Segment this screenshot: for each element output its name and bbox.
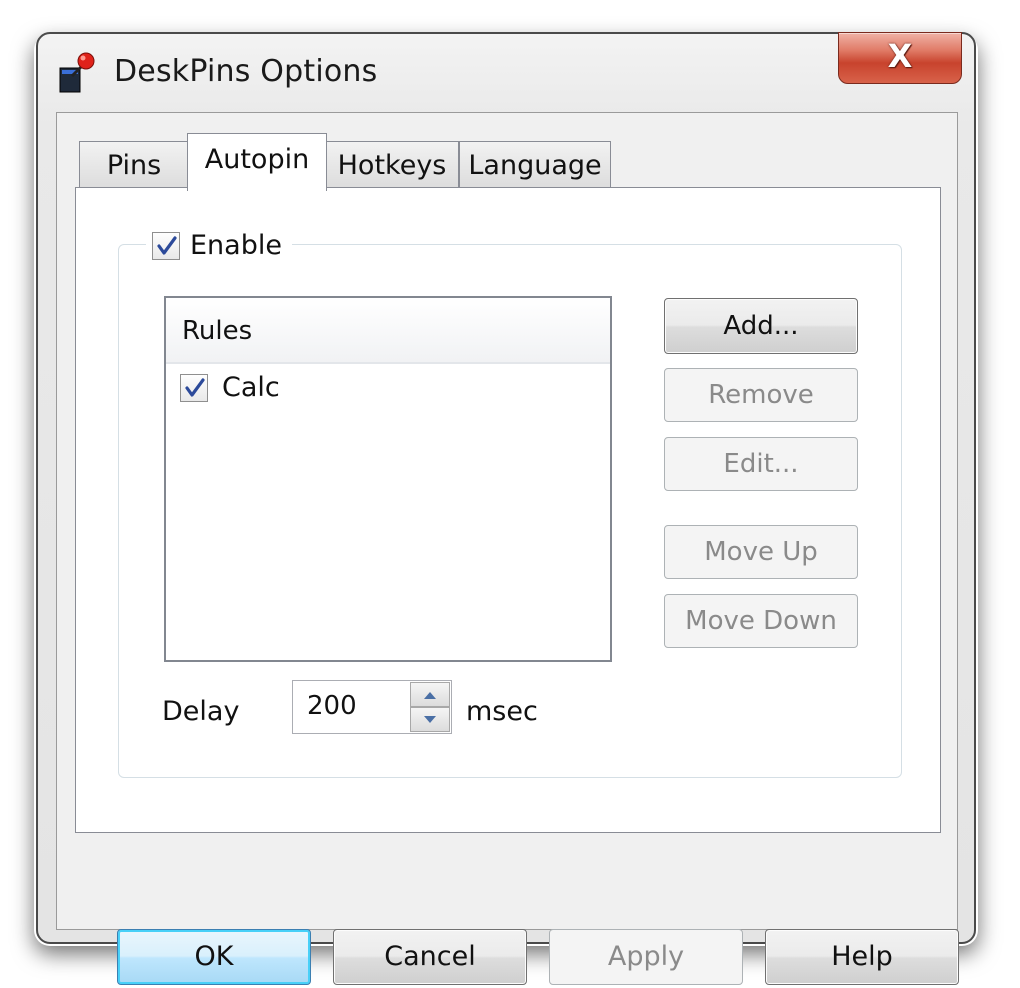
rule-label: Calc xyxy=(222,372,280,403)
rules-column-header[interactable]: Rules xyxy=(166,298,610,364)
arrow-up-icon xyxy=(424,692,436,699)
remove-rule-button[interactable]: Remove xyxy=(664,368,858,422)
rule-calc-checkbox[interactable] xyxy=(180,373,208,402)
ok-button[interactable]: OK xyxy=(117,929,311,985)
move-down-button[interactable]: Move Down xyxy=(664,594,858,648)
rules-list[interactable]: Rules Calc xyxy=(164,296,612,662)
deskpins-options-window: DeskPins Options X Pins Autopin Hotkeys … xyxy=(36,32,976,985)
move-up-button[interactable]: Move Up xyxy=(664,525,858,579)
delay-spin-input[interactable]: 200 xyxy=(292,680,452,734)
apply-button[interactable]: Apply xyxy=(549,929,743,985)
autopin-tab-panel: Enable Rules Calc Add... Remove Edit... … xyxy=(75,187,941,833)
edit-rule-button[interactable]: Edit... xyxy=(664,437,858,491)
delay-label: Delay xyxy=(162,696,240,727)
list-item[interactable]: Calc xyxy=(180,372,280,403)
checkmark-icon xyxy=(157,235,177,255)
enable-label: Enable xyxy=(190,230,282,261)
spin-down-button[interactable] xyxy=(410,707,450,732)
dialog-client-area: Pins Autopin Hotkeys Language Enable Rul… xyxy=(56,112,959,985)
enable-checkbox[interactable] xyxy=(152,231,180,260)
tab-hotkeys[interactable]: Hotkeys xyxy=(325,141,459,189)
window-title: DeskPins Options xyxy=(114,54,378,89)
delay-unit-label: msec xyxy=(466,696,538,727)
help-button[interactable]: Help xyxy=(765,929,959,985)
tab-autopin[interactable]: Autopin xyxy=(187,133,327,191)
rules-header-label: Rules xyxy=(182,316,253,346)
add-rule-button[interactable]: Add... xyxy=(664,298,858,354)
delay-spinner xyxy=(410,682,450,732)
tab-pins[interactable]: Pins xyxy=(79,141,189,189)
tab-language[interactable]: Language xyxy=(459,141,611,189)
close-icon: X xyxy=(887,37,913,75)
cancel-button[interactable]: Cancel xyxy=(333,929,527,985)
arrow-down-icon xyxy=(424,716,436,723)
delay-row: Delay 200 msec xyxy=(162,680,538,734)
enable-checkbox-row[interactable]: Enable xyxy=(146,230,292,261)
checkmark-icon xyxy=(185,377,205,397)
close-button[interactable]: X xyxy=(838,32,962,84)
delay-value: 200 xyxy=(307,691,357,721)
pin-app-icon xyxy=(58,52,98,96)
spin-up-button[interactable] xyxy=(410,682,450,707)
